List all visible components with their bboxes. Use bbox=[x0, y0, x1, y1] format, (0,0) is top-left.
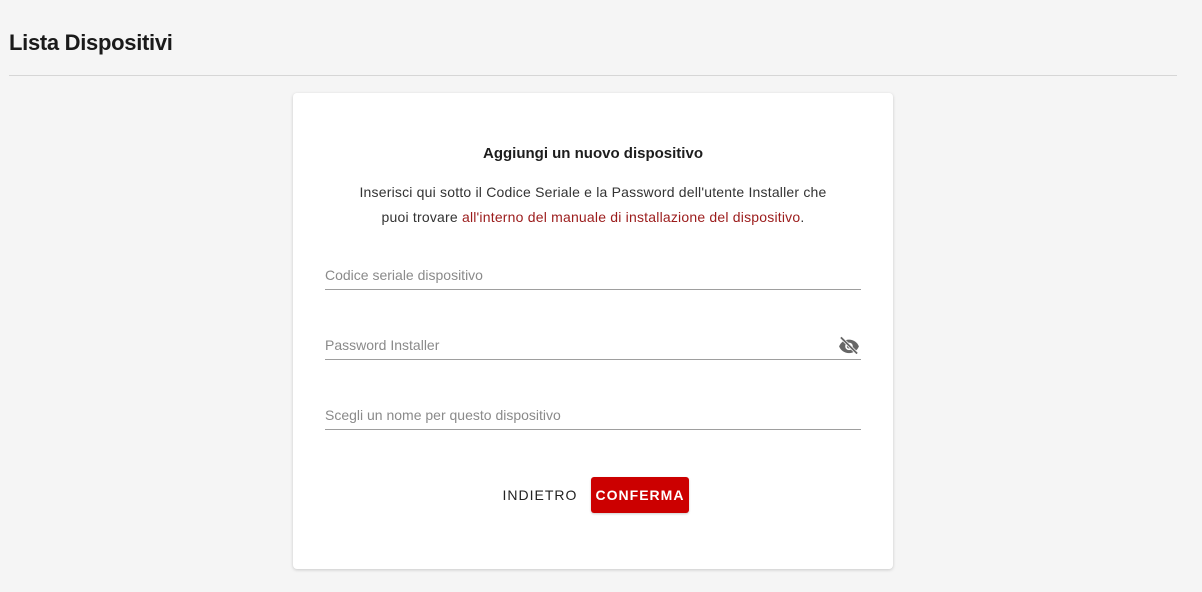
eye-off-icon[interactable] bbox=[837, 334, 861, 356]
device-name-input[interactable] bbox=[325, 400, 861, 430]
description-suffix: . bbox=[800, 209, 805, 225]
card-description: Inserisci qui sotto il Codice Seriale e … bbox=[293, 180, 893, 230]
password-field bbox=[325, 330, 861, 360]
confirm-button[interactable]: CONFERMA bbox=[591, 477, 689, 513]
serial-input[interactable] bbox=[325, 260, 861, 290]
description-line-2-prefix: puoi trovare bbox=[381, 209, 462, 225]
page-title: Lista Dispositivi bbox=[9, 30, 173, 55]
add-device-card: Aggiungi un nuovo dispositivo Inserisci … bbox=[293, 93, 893, 569]
card-title: Aggiungi un nuovo dispositivo bbox=[483, 145, 703, 162]
device-name-field bbox=[325, 400, 861, 430]
header-divider bbox=[9, 75, 1177, 76]
back-button[interactable]: INDIETRO bbox=[499, 477, 581, 513]
manual-link[interactable]: all'interno del manuale di installazione… bbox=[462, 209, 800, 225]
description-line-1: Inserisci qui sotto il Codice Seriale e … bbox=[359, 184, 827, 200]
password-input[interactable] bbox=[325, 330, 861, 360]
serial-field bbox=[325, 260, 861, 290]
